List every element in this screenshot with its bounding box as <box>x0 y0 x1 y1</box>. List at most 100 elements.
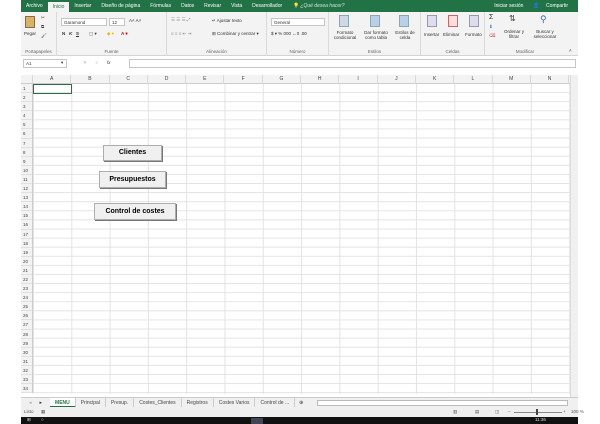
sheet-tab-principal[interactable]: Principal <box>76 397 106 408</box>
autosum-icon[interactable]: Σ <box>489 14 493 21</box>
sheet-tab-costes-varios[interactable]: Costes Varios <box>214 397 256 408</box>
presupuestos-button[interactable]: Presupuestos <box>99 171 166 188</box>
sheet-tab-costes-clientes[interactable]: Costes_Clientes <box>134 397 182 408</box>
selected-cell-a1[interactable] <box>33 84 72 94</box>
row-header[interactable]: 21 <box>21 266 32 275</box>
find-select-button[interactable]: Buscar y seleccionar <box>529 29 561 39</box>
font-name-select[interactable]: Garamond <box>61 18 107 26</box>
sheet-tab-presup[interactable]: Presup. <box>106 397 135 408</box>
fill-icon[interactable]: ⬇ <box>489 24 493 30</box>
cell-styles-button[interactable]: Estilos de celda <box>392 30 418 40</box>
row-header[interactable]: 7 <box>21 139 32 148</box>
column-header[interactable]: K <box>416 75 455 84</box>
cond-format-icon[interactable] <box>339 15 349 27</box>
sheet-tab-menu[interactable]: MENU <box>50 397 76 408</box>
row-header[interactable]: 19 <box>21 248 32 257</box>
row-header[interactable]: 27 <box>21 320 32 330</box>
page-break-icon[interactable]: ◫ <box>495 409 499 415</box>
row-header[interactable]: 18 <box>21 239 32 248</box>
row-header[interactable]: 29 <box>21 339 32 348</box>
column-header[interactable]: G <box>263 75 302 84</box>
column-header[interactable]: C <box>110 75 148 84</box>
column-header[interactable]: D <box>148 75 187 84</box>
row-header[interactable]: 25 <box>21 302 32 312</box>
cancel-icon[interactable]: ✕ <box>83 60 87 66</box>
format-table-icon[interactable] <box>370 15 380 27</box>
tab-vista[interactable]: Vista <box>226 3 247 9</box>
cond-format-button[interactable]: Formato condicional <box>331 30 359 40</box>
row-header[interactable]: 10 <box>21 166 32 175</box>
row-header[interactable]: 32 <box>21 366 32 375</box>
share-button[interactable]: 👤 Compartir <box>528 3 578 9</box>
cell-grid[interactable] <box>33 84 570 394</box>
search-taskbar-icon[interactable]: ○ <box>41 417 44 422</box>
align-top-icons[interactable]: ☰ ☰ ☰ ⤢ <box>171 17 190 23</box>
grow-font-icon[interactable]: A˄ A˅ <box>129 18 141 23</box>
paste-icon[interactable] <box>25 16 35 28</box>
tell-me-input[interactable]: ¿Qué desea hacer? <box>300 3 344 9</box>
enter-icon[interactable]: ✓ <box>95 60 99 66</box>
row-header[interactable]: 33 <box>21 375 32 385</box>
column-header[interactable]: A <box>33 75 72 84</box>
tab-insertar[interactable]: Insertar <box>69 3 96 9</box>
column-header[interactable]: M <box>493 75 531 84</box>
delete-cells-icon[interactable] <box>448 15 458 27</box>
number-format-select[interactable]: General <box>271 18 325 26</box>
column-header[interactable]: H <box>301 75 340 84</box>
column-header[interactable]: F <box>225 75 263 84</box>
column-header[interactable]: J <box>378 75 416 84</box>
row-header[interactable]: 2 <box>21 93 32 103</box>
column-header[interactable]: I <box>339 75 378 84</box>
row-header[interactable]: 1 <box>21 84 32 94</box>
row-header[interactable]: 23 <box>21 284 32 294</box>
row-header[interactable]: 28 <box>21 330 32 339</box>
row-header[interactable]: 24 <box>21 293 32 303</box>
number-format-icons[interactable]: $ ▾ % 000 ←0 .00 <box>271 31 307 37</box>
tab-formulas[interactable]: Fórmulas <box>145 3 176 9</box>
tab-archivo[interactable]: Archivo <box>21 3 48 9</box>
page-layout-icon[interactable]: ▤ <box>475 409 479 415</box>
next-sheet-icon[interactable]: ▸ <box>40 400 51 406</box>
format-table-button[interactable]: Dar formato como tabla <box>361 30 391 40</box>
copy-icon[interactable]: ⧉ <box>41 24 44 29</box>
paste-button[interactable]: Pegar <box>24 31 36 36</box>
wrap-text-button[interactable]: ↵ Ajustar texto <box>212 18 242 24</box>
row-header[interactable]: 9 <box>21 157 32 166</box>
sign-in-link[interactable]: Iniciar sesión <box>489 3 528 9</box>
horizontal-scrollbar[interactable] <box>317 399 568 406</box>
font-color-icon[interactable]: A ▾ <box>121 31 128 37</box>
row-header[interactable]: 31 <box>21 357 32 366</box>
tab-revisar[interactable]: Revisar <box>199 3 226 9</box>
zoom-slider-handle[interactable] <box>536 409 538 415</box>
add-sheet-icon[interactable]: ⊕ <box>295 400 307 406</box>
format-painter-icon[interactable]: 🖌 <box>41 33 47 39</box>
row-header[interactable]: 13 <box>21 193 32 203</box>
row-header[interactable]: 34 <box>21 384 32 394</box>
clientes-button[interactable]: Clientes <box>103 145 162 161</box>
row-header[interactable]: 30 <box>21 348 32 357</box>
control-costes-button[interactable]: Control de costes <box>94 203 176 220</box>
tab-datos[interactable]: Datos <box>176 3 199 9</box>
clear-icon[interactable]: ⌫ <box>489 33 495 39</box>
collapse-ribbon-icon[interactable]: ˄ <box>569 48 572 53</box>
macro-record-icon[interactable]: ▦ <box>41 409 45 415</box>
bold-button[interactable]: N <box>62 31 65 36</box>
sort-filter-button[interactable]: Ordenar y filtrar <box>501 29 527 39</box>
name-box-dropdown-icon[interactable]: ▾ <box>61 60 63 66</box>
vertical-scrollbar[interactable] <box>570 75 578 397</box>
cell-styles-icon[interactable] <box>399 15 409 27</box>
underline-button[interactable]: S <box>76 31 79 36</box>
prev-sheet-icon[interactable]: ◂ <box>21 400 40 406</box>
row-header[interactable]: 6 <box>21 129 32 139</box>
cut-icon[interactable]: ✂ <box>41 15 45 21</box>
row-header[interactable]: 3 <box>21 102 32 112</box>
sheet-tab-registros[interactable]: Registros <box>182 397 214 408</box>
row-header[interactable]: 22 <box>21 275 32 285</box>
merge-center-button[interactable]: ⊞ Combinar y centrar ▾ <box>212 31 259 37</box>
font-size-select[interactable]: 12 <box>109 18 125 26</box>
sheet-tab-control[interactable]: Control de ... <box>255 397 296 408</box>
start-icon[interactable]: ⊞ <box>27 417 31 423</box>
row-header[interactable]: 8 <box>21 148 32 157</box>
row-header[interactable]: 16 <box>21 220 32 230</box>
zoom-out-icon[interactable]: − <box>508 409 511 414</box>
